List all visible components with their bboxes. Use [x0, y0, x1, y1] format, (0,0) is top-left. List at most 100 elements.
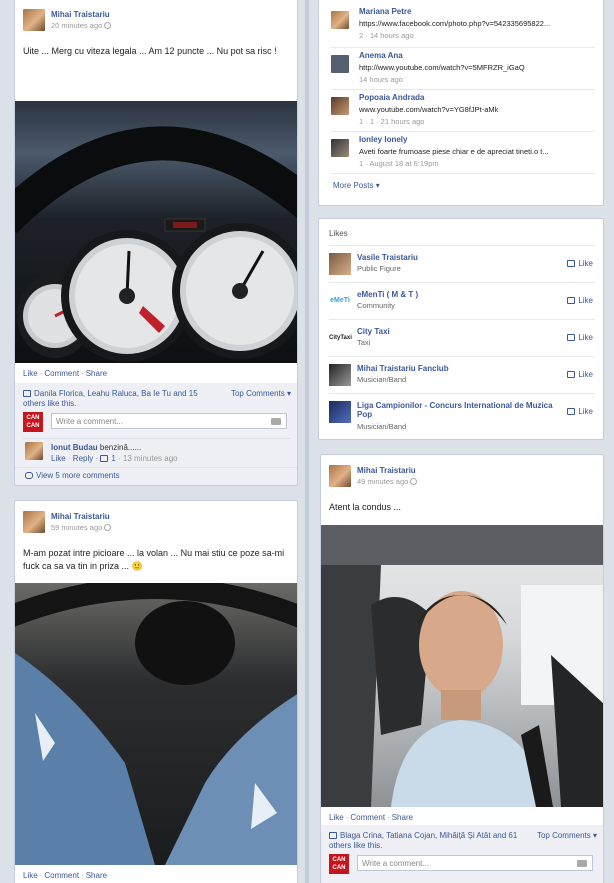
page-name[interactable]: Vasile Traistariu [357, 253, 567, 262]
more-posts-link[interactable]: More Posts [333, 181, 373, 190]
post-header: Mihai Traistariu 59 minutes ago [15, 501, 297, 533]
list-item[interactable]: Mariana Petre https://www.facebook.com/p… [331, 7, 595, 47]
comment-link[interactable]: Comment [44, 871, 79, 880]
avatar[interactable] [23, 511, 45, 533]
like-link[interactable]: Like [23, 369, 38, 378]
page-picture[interactable] [329, 401, 351, 423]
top-comments-dropdown[interactable]: Top Comments [231, 389, 285, 398]
comments-icon [25, 472, 33, 479]
post-photo[interactable] [15, 583, 297, 865]
share-link[interactable]: Share [86, 369, 107, 378]
share-link[interactable]: Share [86, 871, 107, 880]
list-item[interactable]: Mihai Traistariu Fanclub Musician/Band L… [329, 356, 595, 393]
post-meta[interactable]: 1 · August 18 at 6:19pm [359, 159, 439, 168]
page-name[interactable]: Liga Campionilor - Concurs International… [357, 401, 567, 419]
avatar[interactable] [331, 55, 349, 73]
avatar[interactable] [329, 465, 351, 487]
comment-time[interactable]: 13 minutes ago [123, 454, 178, 463]
likes-summary[interactable]: Blaga Crina, Tatiana Cojan, Mihăiță Și A… [329, 831, 517, 850]
poster-name[interactable]: Mariana Petre [359, 7, 411, 16]
post-photo[interactable] [321, 525, 603, 807]
avatar[interactable] [331, 97, 349, 115]
comment-input[interactable]: Write a comment... [357, 855, 593, 871]
post-card: Mihai Traistariu 20 minutes ago Uite ...… [14, 0, 298, 486]
list-item[interactable]: Anema Ana http://www.youtube.com/watch?v… [331, 51, 595, 91]
page-picture[interactable]: CityTaxi [329, 327, 352, 349]
camera-icon[interactable] [271, 418, 281, 425]
poster-name[interactable]: Anema Ana [359, 51, 403, 60]
likes-summary[interactable]: Danila Florica, Leahu Raluca, Ba Ie Tu a… [23, 389, 198, 408]
ufi-box: Danila Florica, Leahu Raluca, Ba Ie Tu a… [15, 383, 297, 485]
likes-box: Likes Vasile Traistariu Public Figure Li… [318, 218, 604, 440]
globe-icon [410, 478, 418, 485]
list-item[interactable]: Vasile Traistariu Public Figure Like [329, 245, 595, 282]
avatar[interactable] [331, 11, 349, 29]
page-category: Musician/Band [357, 422, 407, 431]
post-time[interactable]: 49 minutes ago [357, 477, 408, 486]
author-name[interactable]: Mihai Traistariu [357, 465, 417, 476]
poster-name[interactable]: Popoaia Andrada [359, 93, 425, 102]
list-item[interactable]: Liga Campionilor - Concurs International… [329, 393, 595, 439]
author-name[interactable]: Mihai Traistariu [51, 9, 111, 20]
list-item[interactable]: CityTaxi City Taxi Taxi Like [329, 319, 595, 356]
like-thumb-icon [23, 390, 31, 397]
like-thumb-icon [567, 334, 576, 341]
post-text: Uite ... Merg cu viteza legala ... Am 12… [23, 46, 277, 56]
commenter-avatar[interactable] [25, 442, 43, 460]
comment-input[interactable]: Write a comment... [51, 413, 287, 429]
list-item[interactable]: Ionley Ionely Aveti foarte frumoase pies… [331, 135, 595, 175]
post-meta[interactable]: 1 · 1 · 21 hours ago [359, 117, 424, 126]
page-name[interactable]: eMenTi ( M & T ) [357, 290, 567, 299]
comment-link[interactable]: Comment [350, 813, 385, 822]
comment-text: benzină...... [99, 443, 142, 452]
list-item[interactable]: Popoaia Andrada www.youtube.com/watch?v=… [331, 93, 595, 133]
page-avatar: CAN CAN [23, 412, 43, 432]
post-time[interactable]: 59 minutes ago [51, 523, 102, 532]
ufi-box: Blaga Crina, Tatiana Cojan, Mihăiță Și A… [321, 825, 603, 883]
like-thumb-icon [567, 260, 576, 267]
avatar[interactable] [23, 9, 45, 31]
like-thumb-icon [567, 297, 576, 304]
post-meta[interactable]: 2 · 14 hours ago [359, 31, 414, 40]
post-link[interactable]: http://www.youtube.com/watch?v=5MFRZR_iG… [359, 63, 599, 72]
driver-selfie-illustration [321, 525, 603, 807]
post-photo[interactable] [15, 101, 297, 363]
comment-link[interactable]: Comment [44, 369, 79, 378]
like-link[interactable]: Like [329, 813, 344, 822]
like-button[interactable]: Like [567, 370, 593, 379]
avatar[interactable] [331, 139, 349, 157]
post-link[interactable]: https://www.facebook.com/photo.php?v=542… [359, 19, 599, 28]
like-button[interactable]: Like [567, 259, 593, 268]
page-picture[interactable] [329, 364, 351, 386]
recent-posts-box: Mariana Petre https://www.facebook.com/p… [318, 0, 604, 206]
like-link[interactable]: Like [23, 871, 38, 880]
view-more-comments[interactable]: View 5 more comments [36, 471, 119, 480]
top-comments-dropdown[interactable]: Top Comments [537, 831, 591, 840]
post-link[interactable]: www.youtube.com/watch?v=YG8fJPt-aMk [359, 105, 599, 114]
like-button[interactable]: Like [567, 333, 593, 342]
page-name[interactable]: City Taxi [357, 327, 567, 336]
list-item[interactable]: eMeTi eMenTi ( M & T ) Community Like [329, 282, 595, 319]
post-header: Mihai Traistariu 49 minutes ago [321, 455, 603, 487]
like-button[interactable]: Like [567, 407, 593, 416]
timeline-spine [305, 0, 309, 883]
steering-wheel-illustration [15, 583, 297, 865]
poster-name[interactable]: Ionley Ionely [359, 135, 407, 144]
share-link[interactable]: Share [392, 813, 413, 822]
like-thumb-icon [329, 832, 337, 839]
author-name[interactable]: Mihai Traistariu [51, 511, 111, 522]
dashboard-illustration [15, 126, 297, 362]
globe-icon [104, 22, 112, 29]
post-meta[interactable]: 14 hours ago [359, 75, 403, 84]
comment-reply-link[interactable]: Reply [73, 454, 93, 463]
like-button[interactable]: Like [567, 296, 593, 305]
post-text: Atent la condus ... [329, 502, 402, 512]
commenter-name[interactable]: Ionut Budau [51, 443, 98, 452]
page-category: Community [357, 301, 395, 310]
page-picture[interactable]: eMeTi [329, 290, 351, 312]
page-picture[interactable] [329, 253, 351, 275]
comment-like-link[interactable]: Like [51, 454, 66, 463]
camera-icon[interactable] [577, 860, 587, 867]
post-time[interactable]: 20 minutes ago [51, 21, 102, 30]
page-name[interactable]: Mihai Traistariu Fanclub [357, 364, 567, 373]
